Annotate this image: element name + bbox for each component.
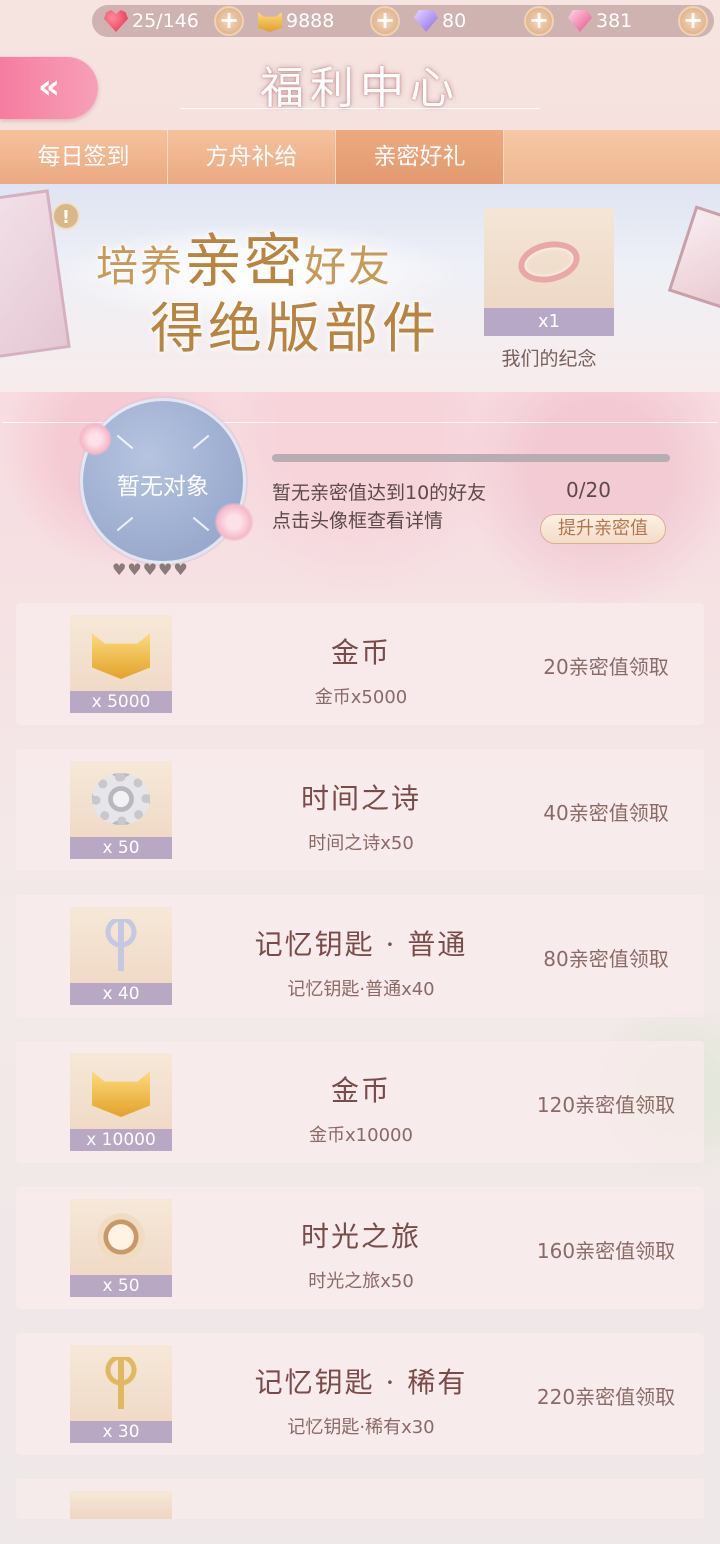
boost-intimacy-button[interactable]: 提升亲密值 [540,514,666,544]
avatar-frame-ornament [192,434,210,450]
reward-subtitle: 时光之旅x50 [308,1271,414,1292]
reward-title: 金币 [330,1074,391,1107]
reward-subtitle: 金币x5000 [314,687,408,708]
tab-ark-supply[interactable]: 方舟补给 [168,130,336,184]
banner-subheadline: 得绝版部件 [150,297,440,360]
avatar-frame-ornament [192,516,210,532]
reward-item-qty: x 50 [70,1275,172,1297]
info-icon[interactable]: ! [52,202,80,230]
tab-daily-signin[interactable]: 每日签到 [0,130,168,184]
add-coins-button[interactable]: + [370,6,400,36]
partner-avatar-frame[interactable]: 暂无对象 [80,398,246,564]
featured-reward-name: 我们的纪念 [501,348,597,370]
reward-row[interactable]: x 10000 金币金币x10000 120亲密值领取 [16,1041,704,1163]
reward-subtitle: 记忆钥匙·普通x40 [287,979,435,1000]
intimacy-count: 0/20 [566,478,611,502]
reward-item-slot[interactable] [70,1491,172,1519]
cat-coin-icon [258,12,282,32]
blossom-icon [78,422,112,456]
tab-intimacy-gift[interactable]: 亲密好礼 [336,130,504,184]
reward-item-qty: x 5000 [70,691,172,713]
featured-reward[interactable]: x1 [484,208,614,336]
reward-row[interactable] [16,1479,704,1519]
reward-item-qty: x 50 [70,837,172,859]
coin-value: 9888 [286,10,335,32]
add-diamonds-button[interactable]: + [524,6,554,36]
reward-row[interactable]: x 30 记忆钥匙 · 稀有记忆钥匙·稀有x30 220亲密值领取 [16,1333,704,1455]
reward-title: 记忆钥匙 · 普通 [254,928,468,961]
avatar-placeholder-text: 暂无对象 [117,474,209,500]
reward-item-qty: x 10000 [70,1129,172,1151]
pink-diamond-icon [568,10,592,32]
pink-diamond-value: 381 [596,10,633,32]
resource-bar: 25/146 + 9888 + 80 + 381 + [92,5,714,37]
intimacy-progress-bar [272,454,670,462]
diamond-icon [414,10,438,32]
stamina-value: 25/146 [132,10,199,32]
back-button[interactable]: « [0,57,98,119]
reward-row[interactable]: x 50 时间之诗时间之诗x50 40亲密值领取 [16,749,704,871]
reward-item-qty: x 40 [70,983,172,1005]
reward-subtitle: 金币x10000 [309,1125,413,1146]
avatar-frame-ornament [116,516,134,532]
stamina-counter: 25/146 [104,5,199,37]
add-stamina-button[interactable]: + [214,6,244,36]
reward-row[interactable]: x 5000 金币金币x5000 20亲密值领取 [16,603,704,725]
avatar-frame-ornament [116,434,134,450]
reward-row[interactable]: x 50 时光之旅时光之旅x50 160亲密值领取 [16,1187,704,1309]
intimacy-hearts: ♥♥♥♥♥ [112,560,189,579]
reward-item-slot[interactable]: x 40 [70,907,172,1005]
ring-icon [514,235,584,289]
reward-item-slot[interactable]: x 10000 [70,1053,172,1151]
reward-item-slot[interactable]: x 30 [70,1345,172,1443]
partner-status-text: 暂无亲密值达到10的好友 [272,482,487,504]
coin-icon [92,1071,150,1117]
diamond-counter: 80 [414,5,466,37]
reward-item-slot[interactable]: x 50 [70,761,172,859]
coin-icon [92,633,150,679]
gear-icon [92,773,150,825]
reward-item-slot[interactable]: x 50 [70,1199,172,1297]
reward-title: 记忆钥匙 · 稀有 [254,1366,468,1399]
key-gold-icon [92,1357,150,1409]
reward-row[interactable]: x 40 记忆钥匙 · 普通记忆钥匙·普通x40 80亲密值领取 [16,895,704,1017]
reward-claim-requirement[interactable]: 40亲密值领取 [516,797,696,826]
reward-title: 金币 [330,636,391,669]
reward-title: 时光之旅 [300,1220,421,1253]
featured-reward-qty: x1 [484,308,614,336]
tab-bar: 每日签到 方舟补给 亲密好礼 [0,130,720,184]
add-pink-diamonds-button[interactable]: + [678,6,708,36]
reward-item-slot[interactable]: x 5000 [70,615,172,713]
reward-subtitle: 记忆钥匙·稀有x30 [287,1417,435,1438]
partner-hint-text: 点击头像框查看详情 [272,510,444,532]
pink-diamond-counter: 381 [568,5,632,37]
page-title: 福利中心 [260,63,460,114]
reward-claim-requirement[interactable]: 80亲密值领取 [516,943,696,972]
blossom-icon [214,502,254,542]
reward-item-qty: x 30 [70,1421,172,1443]
intimacy-partner-panel: 暂无对象 ♥♥♥♥♥ 暂无亲密值达到10的好友 点击头像框查看详情 0/20 提… [0,398,720,590]
key-icon [92,919,150,971]
watch-icon [92,1211,150,1263]
coin-counter: 9888 [258,5,334,37]
card-decoration [667,205,720,313]
reward-claim-requirement[interactable]: 220亲密值领取 [516,1381,696,1410]
reward-subtitle: 时间之诗x50 [308,833,414,854]
diamond-value: 80 [442,10,467,32]
reward-claim-requirement[interactable]: 20亲密值领取 [516,651,696,680]
reward-claim-requirement[interactable]: 160亲密值领取 [516,1235,696,1264]
title-divider [180,108,540,109]
event-banner: ! 培养亲密好友 得绝版部件 x1 我们的纪念 [0,184,720,392]
reward-title: 时间之诗 [300,782,421,815]
reward-claim-requirement[interactable]: 120亲密值领取 [516,1089,696,1118]
heart-icon [104,10,128,32]
